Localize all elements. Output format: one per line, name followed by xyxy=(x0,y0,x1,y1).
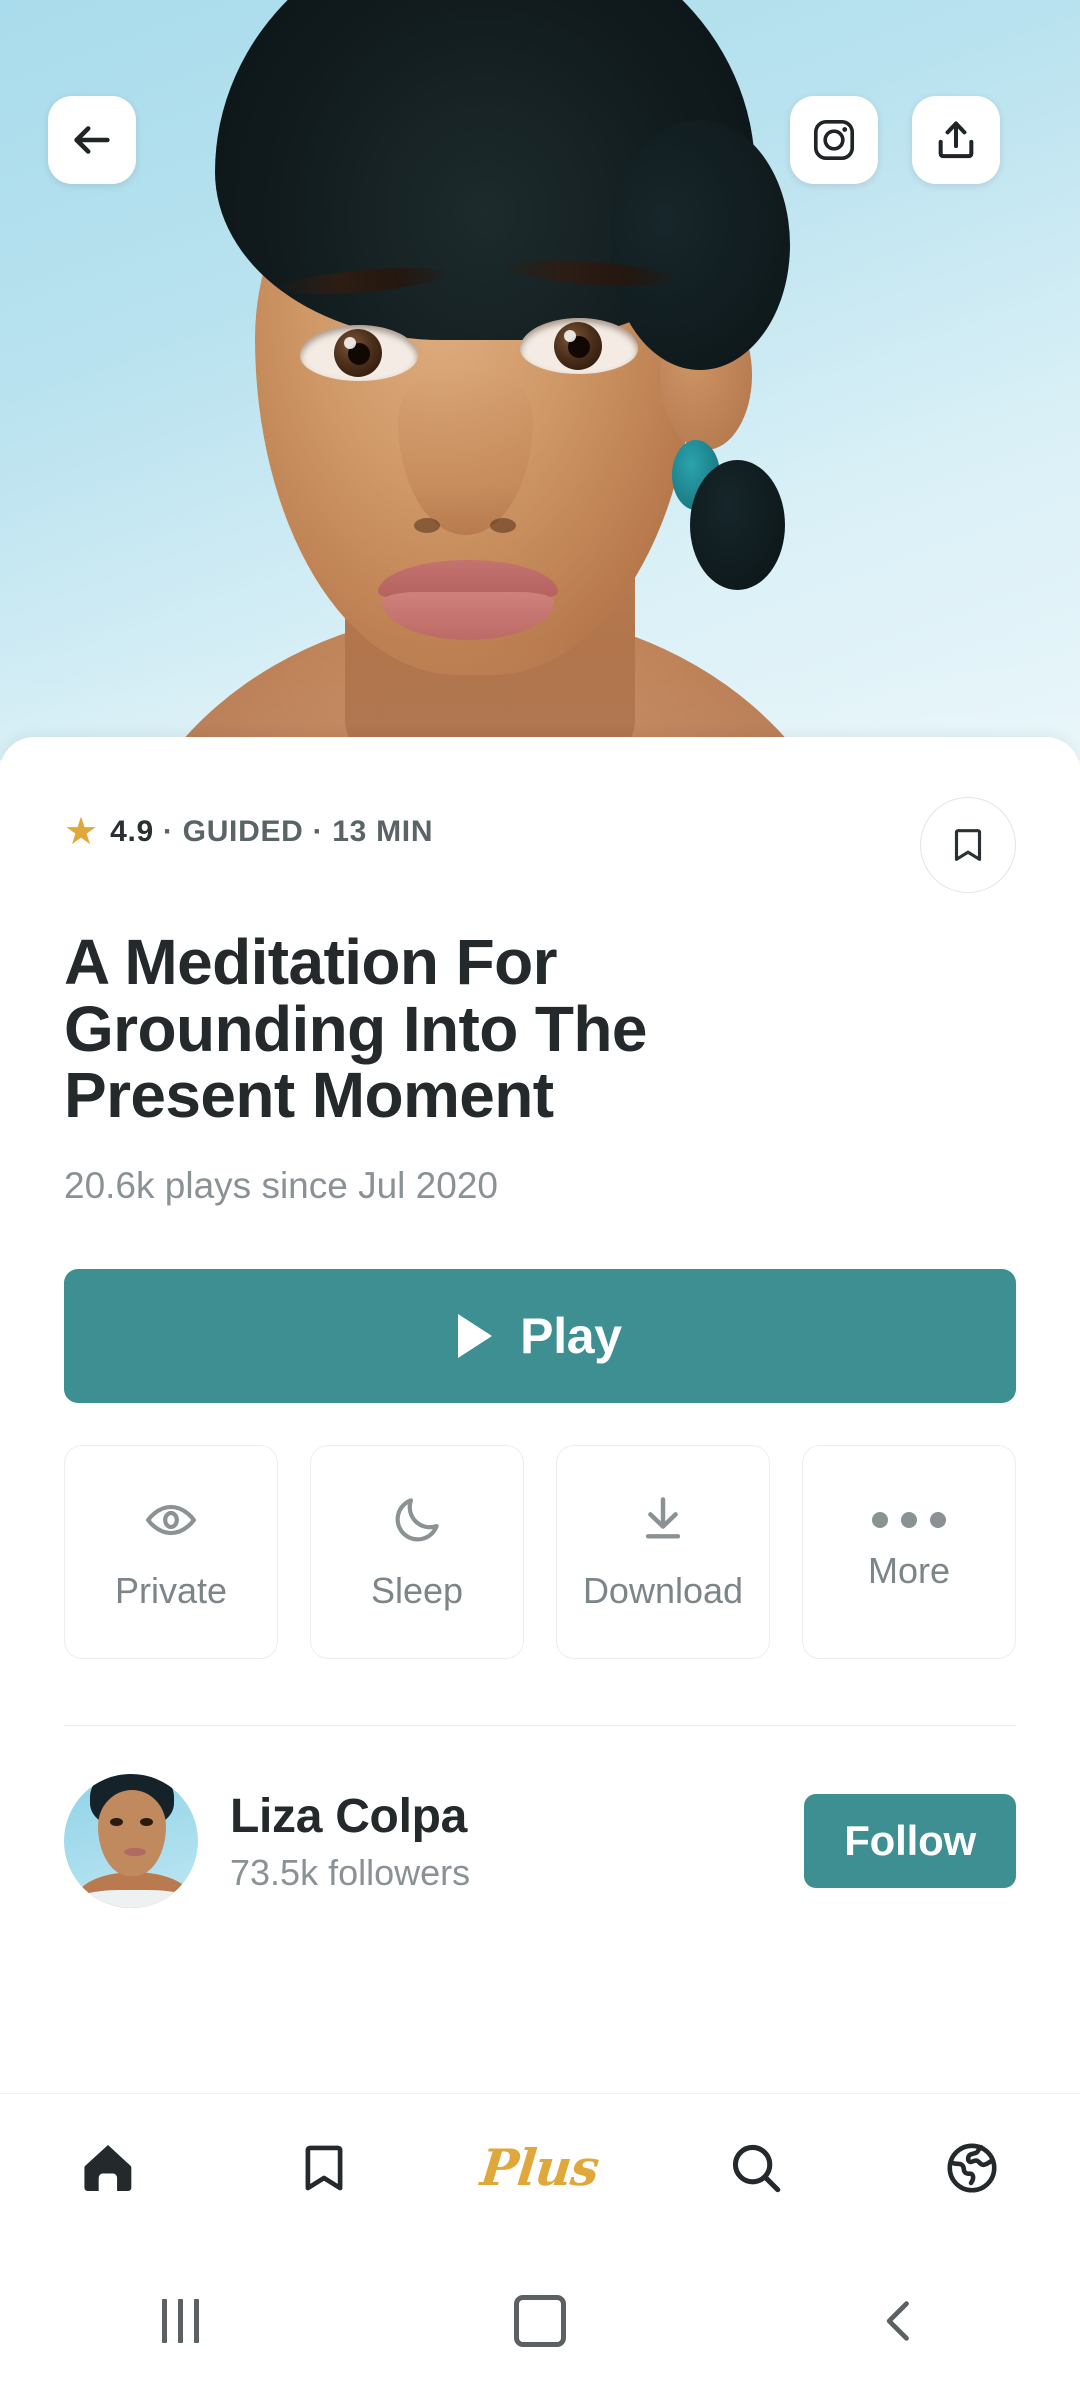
action-private[interactable]: Private xyxy=(64,1444,278,1659)
author-texts: Liza Colpa 73.5k followers xyxy=(230,1789,804,1894)
arrow-left-icon xyxy=(74,126,110,154)
back-button[interactable] xyxy=(48,96,136,184)
hero-image xyxy=(0,0,1080,760)
ellipsis-icon xyxy=(872,1511,946,1528)
nav-item-plus[interactable]: Plus xyxy=(432,2138,648,2197)
system-home-button[interactable] xyxy=(360,2294,720,2347)
page-title: A Meditation For Grounding Into The Pres… xyxy=(64,926,647,1132)
share-button[interactable] xyxy=(912,96,1000,184)
play-count: 20.6k plays since Jul 2020 xyxy=(64,1164,498,1206)
meta-info: ★ 4.9 · GUIDED · 13 MIN xyxy=(64,813,433,851)
action-download-label: Download xyxy=(582,1569,744,1611)
nav-item-search[interactable] xyxy=(648,2139,864,2197)
globe-icon xyxy=(947,2142,997,2193)
meta-row: ★ 4.9 · GUIDED · 13 MIN xyxy=(64,737,1016,893)
rating-value: 4.9 xyxy=(110,815,154,848)
meta-sep-2: · xyxy=(303,815,333,848)
session-type: GUIDED xyxy=(182,815,304,848)
action-sleep[interactable]: Sleep xyxy=(310,1444,524,1659)
system-back-button[interactable] xyxy=(720,2295,1080,2347)
action-download[interactable]: Download xyxy=(556,1444,770,1659)
play-button[interactable]: Play xyxy=(64,1268,1016,1403)
search-icon xyxy=(732,2144,781,2192)
duration: 13 MIN xyxy=(332,815,434,848)
bottom-navigation: Plus xyxy=(0,2093,1080,2241)
avatar[interactable] xyxy=(64,1774,198,1909)
author-row[interactable]: Liza Colpa 73.5k followers Follow xyxy=(64,1726,1016,1909)
nav-item-discover[interactable] xyxy=(864,2139,1080,2197)
share-upload-icon xyxy=(938,121,974,159)
moon-icon xyxy=(395,1497,439,1542)
plus-wordmark: Plus xyxy=(478,2138,602,2197)
action-more-label: More xyxy=(867,1549,951,1591)
home-square-icon xyxy=(514,2294,566,2347)
system-navigation-bar xyxy=(0,2241,1080,2400)
bookmark-icon xyxy=(954,829,982,861)
eye-icon xyxy=(146,1504,196,1535)
follow-button[interactable]: Follow xyxy=(804,1794,1016,1889)
nav-item-home[interactable] xyxy=(0,2138,216,2198)
author-name: Liza Colpa xyxy=(230,1789,468,1843)
action-more[interactable]: More xyxy=(802,1444,1016,1659)
home-icon xyxy=(84,2144,132,2191)
meta-sep-1: · xyxy=(153,815,183,848)
star-icon: ★ xyxy=(64,811,99,853)
system-recents-button[interactable] xyxy=(0,2298,360,2343)
back-chevron-icon xyxy=(886,2300,909,2341)
meta-text: 4.9 · GUIDED · 13 MIN xyxy=(110,815,433,849)
nav-item-library[interactable] xyxy=(216,2140,432,2196)
play-triangle-icon xyxy=(458,1313,493,1358)
detail-sheet: ★ 4.9 · GUIDED · 13 MIN A Meditation For… xyxy=(0,737,1080,2100)
instagram-button[interactable] xyxy=(790,96,878,184)
recents-icon xyxy=(161,2298,199,2343)
download-icon xyxy=(645,1496,681,1539)
bookmark-icon xyxy=(305,2145,343,2190)
action-private-label: Private xyxy=(114,1569,228,1611)
bookmark-button[interactable] xyxy=(920,797,1016,893)
play-button-label: Play xyxy=(520,1307,622,1364)
quick-actions: Private Sleep Download More xyxy=(64,1444,1016,1659)
author-followers: 73.5k followers xyxy=(230,1851,471,1893)
action-sleep-label: Sleep xyxy=(370,1569,464,1611)
instagram-icon xyxy=(813,119,855,161)
